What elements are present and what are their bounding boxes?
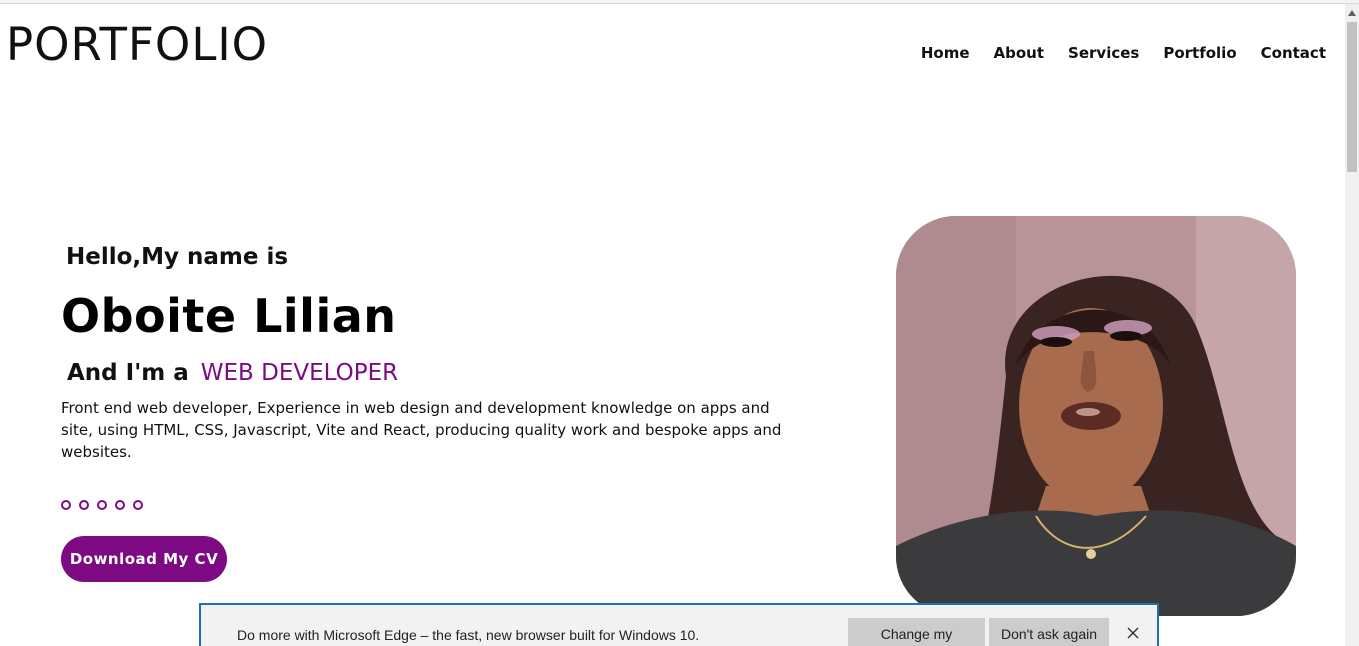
nav-contact[interactable]: Contact xyxy=(1261,44,1326,62)
close-icon[interactable] xyxy=(1125,625,1141,641)
nav-home[interactable]: Home xyxy=(921,44,970,62)
site-logo[interactable]: PORTFOLIO xyxy=(6,22,268,67)
hero-role: And I'm a WEB DEVELOPER xyxy=(67,360,398,386)
social-dot-1[interactable] xyxy=(61,500,71,510)
nav-about[interactable]: About xyxy=(994,44,1045,62)
social-dot-2[interactable] xyxy=(79,500,89,510)
scroll-up-icon[interactable] xyxy=(1348,10,1356,16)
profile-portrait-illustration xyxy=(896,216,1296,616)
nav-services[interactable]: Services xyxy=(1068,44,1139,62)
vertical-scrollbar[interactable] xyxy=(1345,4,1359,646)
social-dot-3[interactable] xyxy=(97,500,107,510)
hero-name: Oboite Lilian xyxy=(61,289,397,343)
scroll-thumb[interactable] xyxy=(1347,22,1357,172)
nav-portfolio[interactable]: Portfolio xyxy=(1163,44,1236,62)
role-prefix: And I'm a xyxy=(67,360,189,386)
hero-greeting: Hello,My name is xyxy=(66,244,289,270)
profile-photo xyxy=(896,216,1296,616)
role-highlight: WEB DEVELOPER xyxy=(200,360,399,386)
social-dots xyxy=(61,500,143,510)
social-dot-5[interactable] xyxy=(133,500,143,510)
dont-ask-again-button[interactable]: Don't ask again xyxy=(989,618,1109,646)
change-default-button[interactable]: Change my default xyxy=(848,618,985,646)
hero-description: Front end web developer, Experience in w… xyxy=(61,399,782,461)
main-nav: Home About Services Portfolio Contact xyxy=(921,44,1326,62)
edge-default-browser-prompt: Do more with Microsoft Edge – the fast, … xyxy=(199,603,1159,646)
portfolio-page: PORTFOLIO Home About Services Portfolio … xyxy=(0,4,1345,646)
download-cv-button[interactable]: Download My CV xyxy=(61,536,227,582)
social-dot-4[interactable] xyxy=(115,500,125,510)
edge-prompt-message: Do more with Microsoft Edge – the fast, … xyxy=(237,627,700,643)
